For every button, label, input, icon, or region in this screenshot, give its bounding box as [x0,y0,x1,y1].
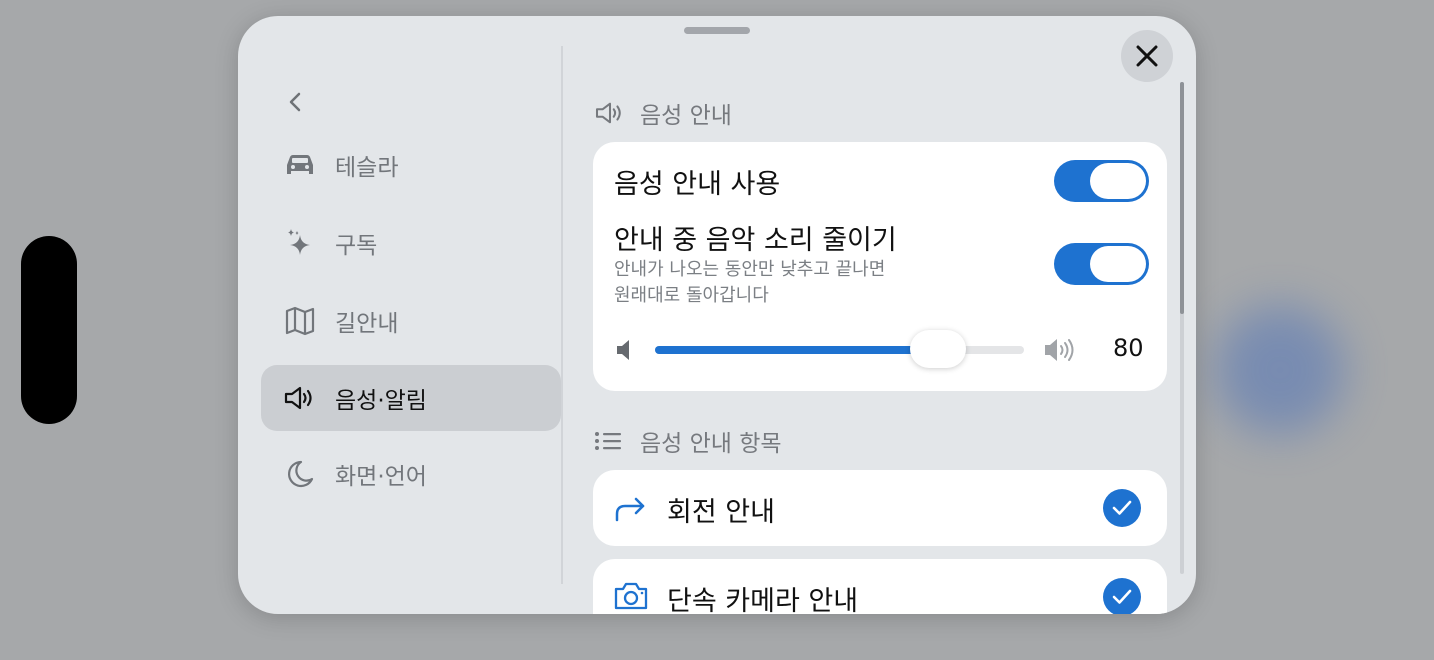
sidebar-divider [561,46,563,584]
settings-sheet: 테슬라 구독 길안내 음성·알림 화면·언어 음성 안내 음성 안내 사용 안내… [238,16,1196,614]
moon-icon [283,457,317,491]
map-icon [283,304,317,338]
music-duck-description: 안내가 나오는 동안만 낮추고 끝나면 원래대로 돌아갑니다 [614,257,934,309]
sidebar-item-label: 길안내 [335,311,399,337]
close-button[interactable] [1121,30,1173,82]
chevron-left-icon [289,92,301,112]
volume-slider-thumb[interactable] [910,330,967,368]
sidebar-item-label: 음성·알림 [335,388,427,414]
sparkle-icon [283,226,317,260]
voice-guide-use-label: 음성 안내 사용 [614,169,781,200]
sidebar-item-display-language[interactable]: 화면·언어 [261,441,561,507]
guide-item-label: 회전 안내 [667,497,775,528]
voice-guide-section-header: 음성 안내 [594,96,732,130]
back-button[interactable] [282,89,308,115]
voice-guide-card: 음성 안내 사용 안내 중 음악 소리 줄이기 안내가 나오는 동안만 낮추고 … [593,142,1167,391]
speaker-icon [594,98,628,128]
toggle-knob [1090,246,1146,282]
guide-item-label: 단속 카메라 안내 [667,586,859,614]
sidebar-item-voice-alerts[interactable]: 음성·알림 [261,365,561,431]
toggle-knob [1090,163,1146,199]
section-title: 음성 안내 [640,103,732,129]
speaker-icon [283,381,317,415]
volume-high-icon [1043,337,1077,367]
camera-icon [613,581,649,613]
sidebar-item-navigation[interactable]: 길안내 [261,288,561,354]
sidebar-item-label: 구독 [335,233,378,259]
guide-items-section-header: 음성 안내 항목 [594,424,782,458]
sidebar-item-tesla[interactable]: 테슬라 [261,132,561,198]
voice-guide-use-toggle[interactable] [1054,160,1149,202]
sidebar-item-subscription[interactable]: 구독 [261,210,561,276]
guide-item-camera[interactable]: 단속 카메라 안내 [593,559,1167,614]
checkmark-icon [1112,500,1132,515]
background-blur [1215,305,1345,435]
close-icon [1136,45,1158,67]
sidebar-item-label: 화면·언어 [335,464,427,490]
description-line: 원래대로 돌아갑니다 [614,285,769,306]
list-icon [594,426,628,456]
checkmark-icon [1112,589,1132,604]
side-handle [21,236,77,424]
music-duck-label: 안내 중 음악 소리 줄이기 [614,225,897,256]
volume-low-icon [615,338,633,366]
turn-right-arrow-icon [613,492,649,524]
volume-value: 80 [1113,334,1144,362]
sidebar-item-label: 테슬라 [335,155,399,181]
guide-item-checkbox[interactable] [1103,578,1141,614]
description-line: 안내가 나오는 동안만 낮추고 끝나면 [614,259,886,280]
volume-slider-fill [655,346,939,354]
guide-item-checkbox[interactable] [1103,489,1141,527]
music-duck-toggle[interactable] [1054,243,1149,285]
content-scrollbar[interactable] [1180,82,1184,574]
section-title: 음성 안내 항목 [640,431,782,457]
scrollbar-thumb[interactable] [1180,82,1184,314]
guide-item-turn[interactable]: 회전 안내 [593,470,1167,546]
sheet-grabber[interactable] [684,27,750,34]
car-icon [283,148,317,182]
volume-slider[interactable] [655,330,1024,368]
